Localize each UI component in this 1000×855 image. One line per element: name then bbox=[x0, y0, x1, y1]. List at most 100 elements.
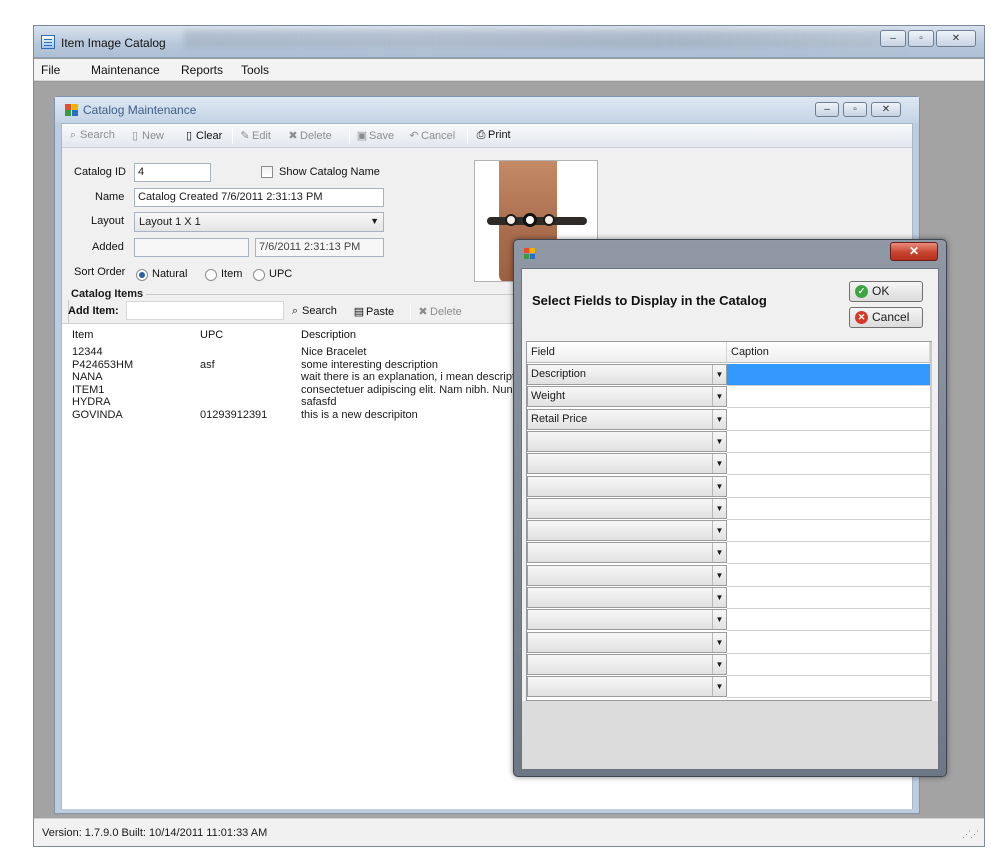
menu-reports[interactable]: Reports bbox=[181, 63, 223, 77]
toolbar-print-button[interactable]: ⎙ Print bbox=[474, 129, 511, 145]
catalog-close-button[interactable]: ✕ bbox=[871, 102, 901, 117]
column-header-caption[interactable]: Caption bbox=[727, 342, 930, 363]
sort-item-radio[interactable] bbox=[205, 269, 217, 281]
caption-cell[interactable] bbox=[727, 386, 930, 409]
menu-tools[interactable]: Tools bbox=[241, 63, 269, 77]
caption-cell[interactable] bbox=[727, 364, 930, 386]
field-dropdown[interactable]: Weight ▼ bbox=[527, 386, 727, 408]
column-header-item[interactable]: Item bbox=[72, 329, 93, 341]
printer-icon: ⎙ bbox=[476, 129, 486, 141]
field-dropdown[interactable]: ▼ bbox=[527, 653, 727, 675]
field-dropdown[interactable]: ▼ bbox=[527, 430, 727, 452]
catalog-id-field[interactable]: 4 bbox=[134, 163, 211, 182]
dialog-close-button[interactable]: ✕ bbox=[890, 242, 938, 261]
caption-cell[interactable] bbox=[727, 564, 930, 587]
catalog-restore-button[interactable]: ▫ bbox=[843, 102, 867, 117]
caption-cell[interactable] bbox=[727, 475, 930, 498]
chevron-down-icon: ▼ bbox=[712, 454, 726, 474]
fields-grid-scrollbar[interactable] bbox=[930, 342, 932, 700]
toolbar-delete-button[interactable]: ✖ Delete bbox=[286, 129, 331, 145]
added-field[interactable] bbox=[134, 238, 249, 257]
field-dropdown[interactable]: ▼ bbox=[527, 587, 727, 608]
sort-natural-radio[interactable] bbox=[136, 269, 148, 281]
items-delete-button[interactable]: ✖ Delete bbox=[416, 305, 461, 321]
layout-dropdown[interactable]: Layout 1 X 1 ▼ bbox=[134, 212, 384, 232]
description-cell: consectetuer adipiscing elit. Nam nibh. … bbox=[301, 383, 519, 396]
add-item-input[interactable] bbox=[126, 301, 284, 320]
caption-cell[interactable] bbox=[727, 609, 930, 632]
field-dropdown[interactable]: ▼ bbox=[527, 542, 727, 564]
caption-cell[interactable] bbox=[727, 430, 930, 453]
toolbar-clear-button[interactable]: ▯ Clear bbox=[182, 129, 222, 145]
app-titlebar[interactable]: Item Image Catalog – ▫ ✕ bbox=[34, 26, 984, 58]
field-dropdown[interactable]: ▼ bbox=[527, 676, 727, 698]
ok-button[interactable]: ✓ OK bbox=[849, 281, 923, 302]
column-header-field[interactable]: Field bbox=[527, 342, 727, 363]
toolbar-edit-button[interactable]: ✎ Edit bbox=[238, 129, 271, 145]
caption-cell[interactable] bbox=[727, 653, 930, 676]
sort-upc-label: UPC bbox=[269, 268, 293, 280]
check-circle-icon: ✓ bbox=[855, 285, 868, 298]
field-dropdown[interactable]: Retail Price ▼ bbox=[527, 408, 727, 430]
caption-cell[interactable] bbox=[727, 542, 930, 565]
item-cell: HYDRA bbox=[72, 396, 111, 408]
added-date-field[interactable]: 7/6/2011 2:31:13 PM bbox=[255, 238, 384, 257]
field-dropdown[interactable]: ▼ bbox=[527, 453, 727, 475]
chevron-down-icon: ▼ bbox=[712, 632, 726, 652]
table-row[interactable]: GOVINDA 01293912391 this is a new descripi… bbox=[62, 409, 522, 422]
items-search-button[interactable]: ⌕ Search bbox=[288, 305, 337, 321]
minimize-button[interactable]: – bbox=[880, 30, 906, 47]
catalog-minimize-button[interactable]: – bbox=[815, 102, 839, 117]
catalog-window-titlebar[interactable]: Catalog Maintenance – ▫ ✕ bbox=[55, 97, 919, 123]
toolbar-new-button[interactable]: ▯ New bbox=[128, 129, 164, 145]
caption-cell[interactable] bbox=[727, 676, 930, 699]
field-dropdown[interactable]: Description ▼ bbox=[527, 364, 727, 385]
column-header-description[interactable]: Description bbox=[301, 329, 356, 341]
caption-cell[interactable] bbox=[727, 408, 930, 431]
upc-cell: 01293912391 bbox=[200, 408, 268, 421]
table-row[interactable]: ITEM1 consectetuer adipiscing elit. Nam n… bbox=[62, 384, 522, 397]
maximize-button[interactable]: ▫ bbox=[908, 30, 934, 47]
items-paste-button[interactable]: ▤ Paste bbox=[352, 305, 394, 321]
toolbar-save-button[interactable]: ▣ Save bbox=[355, 129, 394, 145]
name-field[interactable]: Catalog Created 7/6/2011 2:31:13 PM bbox=[134, 188, 384, 207]
table-row[interactable]: HYDRA safasfd bbox=[62, 396, 522, 409]
dialog-titlebar[interactable]: ✕ bbox=[514, 240, 946, 268]
caption-cell[interactable] bbox=[727, 497, 930, 520]
added-label: Added bbox=[92, 241, 124, 253]
show-catalog-name-checkbox[interactable] bbox=[261, 166, 273, 178]
layout-selected-value: Layout 1 X 1 bbox=[139, 216, 201, 228]
close-button[interactable]: ✕ bbox=[936, 30, 976, 47]
dialog-app-icon bbox=[524, 248, 536, 260]
field-dropdown[interactable]: ▼ bbox=[527, 520, 727, 542]
field-dropdown[interactable]: ▼ bbox=[527, 631, 727, 653]
chevron-down-icon: ▼ bbox=[712, 565, 726, 585]
chevron-down-icon: ▼ bbox=[712, 498, 726, 518]
toolbar-search-button[interactable]: ⌕ Search bbox=[66, 129, 115, 145]
toolbar-separator bbox=[349, 128, 350, 144]
caption-cell[interactable] bbox=[727, 453, 930, 476]
toolbar-cancel-button[interactable]: ↶ Cancel bbox=[407, 129, 455, 145]
table-row[interactable]: P424653HM asf some interesting description bbox=[62, 359, 522, 372]
menu-maintenance[interactable]: Maintenance bbox=[91, 63, 160, 77]
layout-label: Layout bbox=[91, 215, 125, 227]
table-row[interactable]: 12344 Nice Bracelet bbox=[62, 346, 522, 359]
toolbar-separator bbox=[410, 304, 411, 320]
column-header-upc[interactable]: UPC bbox=[200, 329, 223, 341]
field-dropdown[interactable]: ▼ bbox=[527, 564, 727, 586]
caption-cell[interactable] bbox=[727, 587, 930, 609]
caption-cell[interactable] bbox=[727, 631, 930, 654]
table-row[interactable]: NANA wait there is an explanation, i mean… bbox=[62, 371, 524, 384]
field-dropdown[interactable]: ▼ bbox=[527, 609, 727, 631]
menu-file[interactable]: File bbox=[41, 63, 60, 77]
resize-grip-icon[interactable]: ⋰⋰ bbox=[962, 829, 979, 840]
chevron-down-icon: ▼ bbox=[712, 588, 726, 607]
cancel-button[interactable]: ✕ Cancel bbox=[849, 307, 923, 328]
field-dropdown[interactable]: ▼ bbox=[527, 497, 727, 519]
description-cell: wait there is an explanation, i mean des… bbox=[301, 371, 524, 383]
upc-cell: asf bbox=[200, 358, 215, 371]
field-dropdown-value: Retail Price bbox=[531, 412, 588, 425]
field-dropdown[interactable]: ▼ bbox=[527, 475, 727, 497]
caption-cell[interactable] bbox=[727, 520, 930, 543]
sort-upc-radio[interactable] bbox=[253, 269, 265, 281]
